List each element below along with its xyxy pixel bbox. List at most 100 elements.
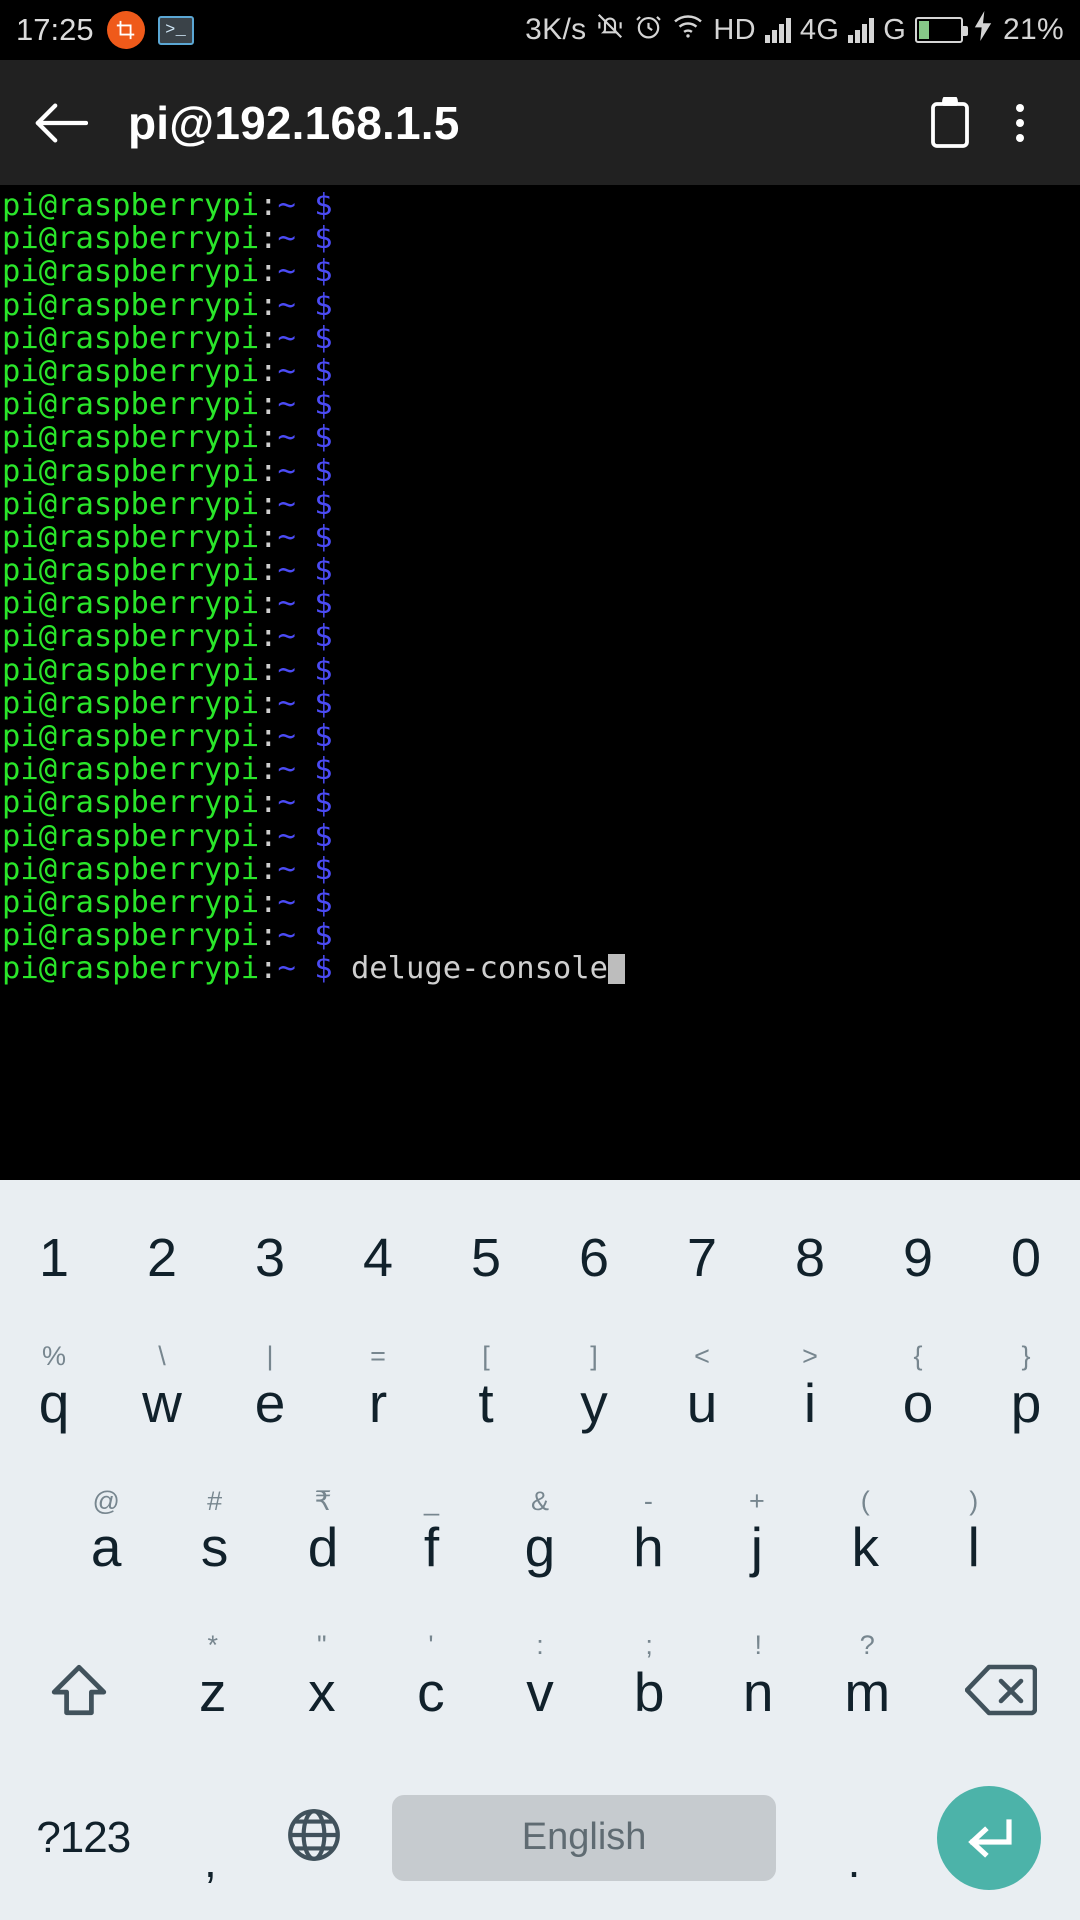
prompt-symbol: $ (314, 785, 333, 821)
key-x[interactable]: " x (267, 1620, 376, 1765)
key-alt-label: ; (645, 1630, 653, 1661)
keyboard-row-bottom: ?123 , English . (0, 1765, 1080, 1910)
key-num-7[interactable]: 7 (648, 1186, 756, 1331)
key-p[interactable]: } p (972, 1331, 1080, 1476)
prompt-colon: : (259, 951, 278, 987)
prompt-colon: : (259, 652, 278, 688)
period-key[interactable]: . (802, 1765, 906, 1910)
key-e[interactable]: | e (216, 1331, 324, 1476)
terminal-line: pi@raspberrypi:~ $ (2, 554, 1080, 587)
battery-percent: 21% (1003, 13, 1064, 46)
key-num-6[interactable]: 6 (540, 1186, 648, 1331)
back-button[interactable] (34, 101, 96, 145)
period-key-label: . (847, 1834, 861, 1887)
terminal-line: pi@raspberrypi:~ $ (2, 886, 1080, 919)
key-z[interactable]: * z (158, 1620, 267, 1765)
key-label: m (844, 1661, 891, 1724)
prompt-symbol: $ (314, 685, 333, 721)
key-b[interactable]: ; b (595, 1620, 704, 1765)
key-i[interactable]: > i (756, 1331, 864, 1476)
terminal-line: pi@raspberrypi:~ $ (2, 322, 1080, 355)
terminal-line: pi@raspberrypi:~ $ (2, 421, 1080, 454)
enter-key[interactable] (906, 1765, 1072, 1910)
key-label: r (368, 1371, 388, 1434)
key-num-8[interactable]: 8 (756, 1186, 864, 1331)
key-q[interactable]: % q (0, 1331, 108, 1476)
prompt-user: pi@raspberrypi (2, 287, 260, 323)
key-r[interactable]: = r (324, 1331, 432, 1476)
key-label: k (851, 1516, 880, 1579)
key-label: n (742, 1661, 774, 1724)
backspace-icon (964, 1663, 1038, 1722)
key-num-5[interactable]: 5 (432, 1186, 540, 1331)
terminal-output[interactable]: pi@raspberrypi:~ $ pi@raspberrypi:~ $ pi@r… (0, 185, 1080, 1185)
key-o[interactable]: {o (864, 1331, 972, 1476)
charging-bolt-icon (972, 11, 994, 49)
prompt-user: pi@raspberrypi (2, 254, 260, 290)
key-num-9[interactable]: 9 (864, 1186, 972, 1331)
key-alt-label: > (802, 1340, 818, 1371)
prompt-symbol: $ (314, 287, 333, 323)
terminal-line: pi@raspberrypi:~ $ (2, 287, 1080, 323)
key-label: f (423, 1516, 440, 1579)
key-alt-label: ₹ (314, 1485, 332, 1516)
key-label: w (142, 1371, 182, 1434)
status-time: 17:25 (16, 12, 94, 47)
language-key[interactable] (262, 1765, 366, 1910)
prompt-user: pi@raspberrypi (2, 752, 260, 788)
prompt-colon: : (259, 221, 278, 257)
globe-language-icon (285, 1806, 343, 1869)
key-a[interactable]: @ a (52, 1476, 160, 1621)
shift-key[interactable] (0, 1620, 158, 1765)
app-bar: pi@192.168.1.5 (0, 60, 1080, 185)
keyboard-row-numbers: 1 2 3 4 5 6 7 8 9 0 (0, 1186, 1080, 1331)
key-label: i (803, 1371, 817, 1434)
prompt-colon: : (259, 320, 278, 356)
key-h[interactable]: -h (594, 1476, 702, 1621)
crop-icon (106, 11, 145, 49)
key-y[interactable]: ] y (540, 1331, 648, 1476)
terminal-line: pi@raspberrypi:~ $ (2, 687, 1080, 720)
status-bar: 17:25 >_ 3K/s HD 4G G 21% (0, 0, 1080, 60)
prompt-user: pi@raspberrypi (2, 486, 260, 522)
key-s[interactable]: # s (160, 1476, 268, 1621)
prompt-path: ~ (277, 188, 296, 223)
key-t[interactable]: [t (432, 1331, 540, 1476)
key-v[interactable]: :v (485, 1620, 594, 1765)
on-screen-keyboard: 1234567890 % q \ w | e = r[t] y < u > i{o} p @ a # s ₹ d _ f… (0, 1180, 1080, 1920)
prompt-colon: : (259, 752, 278, 788)
key-c[interactable]: ' c (376, 1620, 485, 1765)
key-d[interactable]: ₹ d (269, 1476, 377, 1621)
prompt-path: ~ (277, 320, 296, 356)
prompt-user: pi@raspberrypi (2, 387, 260, 423)
key-label: 5 (470, 1228, 502, 1289)
signal-bars-icon (848, 17, 875, 43)
prompt-user: pi@raspberrypi (2, 188, 260, 223)
key-num-4[interactable]: 4 (324, 1186, 432, 1331)
prompt-colon: : (259, 818, 278, 854)
key-num-1[interactable]: 1 (0, 1186, 108, 1331)
key-j[interactable]: + j (703, 1476, 811, 1621)
symbols-key[interactable]: ?123 (8, 1765, 159, 1910)
key-m[interactable]: ? m (813, 1620, 922, 1765)
key-label: u (686, 1371, 718, 1434)
key-num-0[interactable]: 0 (972, 1186, 1080, 1331)
prompt-path: ~ (277, 719, 296, 754)
key-f[interactable]: _ f (377, 1476, 485, 1621)
key-num-3[interactable]: 3 (216, 1186, 324, 1331)
key-g[interactable]: & g (486, 1476, 594, 1621)
status-bar-left: 17:25 >_ (16, 11, 194, 49)
key-label: 4 (362, 1228, 394, 1289)
key-u[interactable]: < u (648, 1331, 756, 1476)
key-n[interactable]: ! n (704, 1620, 813, 1765)
key-l[interactable]: ) l (920, 1476, 1028, 1621)
key-w[interactable]: \ w (108, 1331, 216, 1476)
backspace-key[interactable] (922, 1620, 1080, 1765)
overflow-menu-button[interactable] (994, 103, 1046, 142)
key-k[interactable]: (k (811, 1476, 919, 1621)
key-num-2[interactable]: 2 (108, 1186, 216, 1331)
comma-key[interactable]: , (159, 1765, 263, 1910)
space-key[interactable]: English (366, 1765, 802, 1910)
clipboard-button[interactable] (906, 96, 994, 149)
terminal-line: pi@raspberrypi:~ $ (2, 786, 1080, 819)
